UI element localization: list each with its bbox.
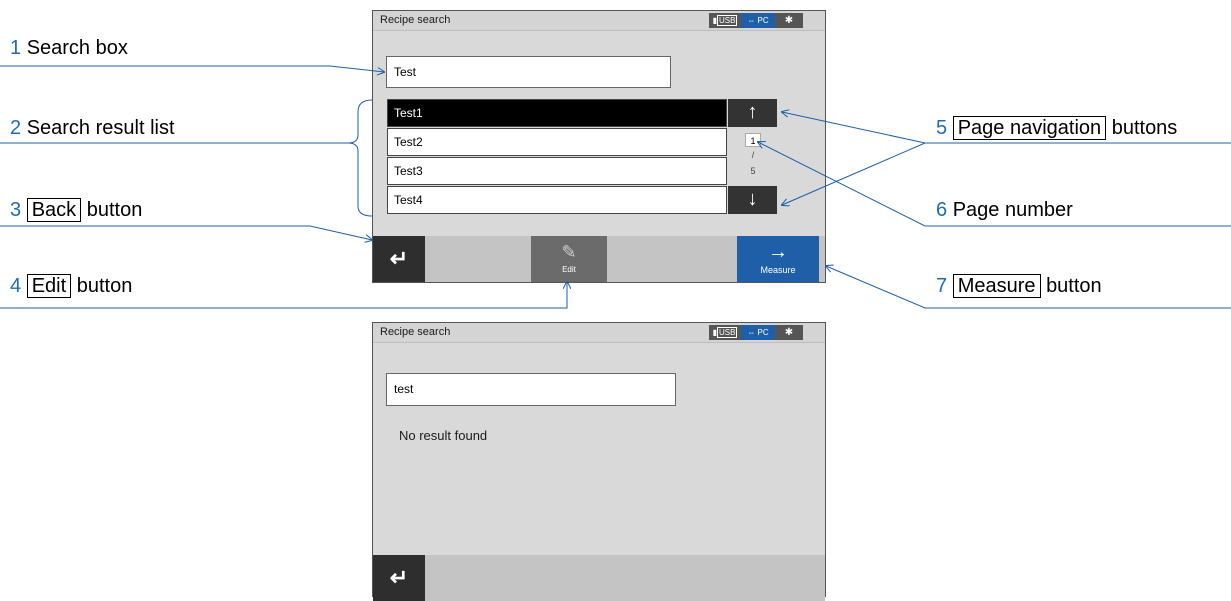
callout-back-button: 3 Back button bbox=[10, 198, 143, 222]
leader-back-button bbox=[0, 225, 372, 240]
leader-search-box bbox=[0, 65, 384, 72]
callout-edit-button: 4 Edit button bbox=[10, 274, 133, 298]
callout-search-box: 1 Search box bbox=[10, 37, 128, 59]
callout-page-number: 6 Page number bbox=[936, 199, 1073, 221]
leader-page-nav-down bbox=[782, 142, 926, 205]
brace-result-list bbox=[347, 99, 373, 217]
callout-page-navigation: 5 Page navigation buttons bbox=[936, 116, 1178, 140]
callout-measure-button: 7 Measure button bbox=[936, 274, 1102, 298]
callout-search-result-list: 2 Search result list bbox=[10, 117, 175, 139]
